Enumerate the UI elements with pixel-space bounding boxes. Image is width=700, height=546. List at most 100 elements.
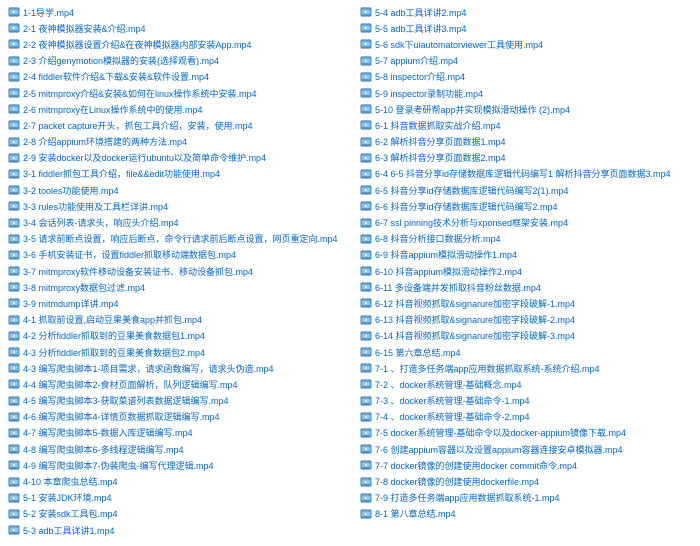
video-file-icon <box>360 362 372 374</box>
file-name-label: 4-9 编写爬虫脚本7-伪装爬虫-编写代理逻辑.mp4 <box>23 459 214 472</box>
video-file-icon <box>8 184 20 196</box>
file-item[interactable]: 6-13 抖音视频抓取&signarure加密字段破解-2.mp4 <box>360 312 692 328</box>
file-item[interactable]: 2-8 介绍appium环境搭建的两种方法.mp4 <box>8 134 340 150</box>
video-file-icon <box>360 492 372 504</box>
file-item[interactable]: 7-1 、打造多任务端app应用数据抓取系统-系统介绍.mp4 <box>360 360 692 376</box>
file-name-label: 5-3 adb工具详讲1.mp4 <box>23 524 115 537</box>
file-item[interactable]: 1-1导学.mp4 <box>8 4 340 20</box>
file-item[interactable]: 5-7 appium介绍.mp4 <box>360 53 692 69</box>
video-file-icon <box>8 71 20 83</box>
file-item[interactable]: 8-1 第八章总结.mp4 <box>360 506 692 522</box>
video-file-icon <box>8 152 20 164</box>
file-item[interactable]: 7-9 打造多任务端app应用数据抓取系统-1.mp4 <box>360 490 692 506</box>
file-item[interactable]: 5-3 adb工具详讲1.mp4 <box>8 522 340 538</box>
file-name-label: 6-9 抖音appium模拟滑动操作1.mp4 <box>375 248 517 261</box>
file-item[interactable]: 6-5 抖音分享id存储数据库逻辑代码编写2(1).mp4 <box>360 182 692 198</box>
video-file-icon <box>360 38 372 50</box>
file-item[interactable]: 4-4 编写爬虫脚本2-食材页面解析，队列逻辑编写.mp4 <box>8 376 340 392</box>
file-item[interactable]: 4-3 分析fiddler抓取到的豆果美食数据包2.mp4 <box>8 344 340 360</box>
file-name-label: 3-8 mitmproxy数据包过滤.mp4 <box>23 281 145 294</box>
file-item[interactable]: 5-8 inspector介绍.mp4 <box>360 69 692 85</box>
file-item[interactable]: 7-2 、docker系统管理-基础概念.mp4 <box>360 376 692 392</box>
file-item[interactable]: 5-9 inspector录制功能.mp4 <box>360 85 692 101</box>
file-name-label: 2-8 介绍appium环境搭建的两种方法.mp4 <box>23 135 187 148</box>
file-item[interactable]: 6-3 解析抖音分享页面数据2.mp4 <box>360 150 692 166</box>
file-item[interactable]: 6-12 抖音视频抓取&signarure加密字段破解-1.mp4 <box>360 295 692 311</box>
file-item[interactable]: 2-3 介绍genymotion模拟器的安装(选择观看).mp4 <box>8 53 340 69</box>
file-item[interactable]: 7-7 docker镜像的创建使用docker commit命令.mp4 <box>360 457 692 473</box>
video-file-icon <box>8 119 20 131</box>
file-name-label: 2-5 mitmproxy介绍&安装&如何在linux操作系统中安装.mp4 <box>23 87 257 100</box>
file-item[interactable]: 6-6 抖音分享id存储数据库逻辑代码编写2.mp4 <box>360 198 692 214</box>
file-item[interactable]: 3-1 fiddler抓包工具介绍，file&&edit功能使用.mp4 <box>8 166 340 182</box>
file-item[interactable]: 2-1 夜神模拟器安装&介绍.mp4 <box>8 20 340 36</box>
file-item[interactable]: 4-5 编写爬虫脚本3-获取菜谱列表数据逻辑编写.mp4 <box>8 393 340 409</box>
file-item[interactable]: 6-10 抖音appium模拟滑动操作2.mp4 <box>360 263 692 279</box>
file-name-label: 2-1 夜神模拟器安装&介绍.mp4 <box>23 22 146 35</box>
file-item[interactable]: 7-8 docker镜像的创建使用dockerfile.mp4 <box>360 473 692 489</box>
file-item[interactable]: 5-6 sdk下uiautomatorviewer工具使用.mp4 <box>360 36 692 52</box>
file-item[interactable]: 5-2 安装sdk工具包.mp4 <box>8 506 340 522</box>
file-name-label: 6-13 抖音视频抓取&signarure加密字段破解-2.mp4 <box>375 313 575 326</box>
file-item[interactable]: 4-10 本章爬虫总结.mp4 <box>8 473 340 489</box>
file-item[interactable]: 5-5 adb工具详讲3.mp4 <box>360 20 692 36</box>
file-item[interactable]: 5-4 adb工具详讲2.mp4 <box>360 4 692 20</box>
file-item[interactable]: 6-4 6-5 抖音分享id存储数据库逻辑代码编写1 解析抖音分享页面数据3.m… <box>360 166 692 182</box>
file-item[interactable]: 7-4 、docker系统管理-基础命令-2.mp4 <box>360 409 692 425</box>
file-item[interactable]: 2-2 夜神模拟器设置介绍&在夜神模拟器内部安装App.mp4 <box>8 36 340 52</box>
file-item[interactable]: 4-9 编写爬虫脚本7-伪装爬虫-编写代理逻辑.mp4 <box>8 457 340 473</box>
video-file-icon <box>360 55 372 67</box>
file-item[interactable]: 3-9 mitmdump详讲.mp4 <box>8 295 340 311</box>
file-item[interactable]: 4-1 抓取前设置,启动豆果美食app并抓包.mp4 <box>8 312 340 328</box>
file-item[interactable]: 3-3 rules功能使用及工具栏详讲.mp4 <box>8 198 340 214</box>
file-item[interactable]: 6-15 第六章总结.mp4 <box>360 344 692 360</box>
file-item[interactable]: 3-8 mitmproxy数据包过滤.mp4 <box>8 279 340 295</box>
file-name-label: 4-6 编写爬虫脚本4-详情页数据抓取逻辑编写.mp4 <box>23 410 220 423</box>
file-name-label: 5-2 安装sdk工具包.mp4 <box>23 507 118 520</box>
video-file-icon <box>8 233 20 245</box>
file-item[interactable]: 6-7 ssl pinning技术分析与xponsed框架安装.mp4 <box>360 214 692 230</box>
file-item[interactable]: 3-7 mitmproxy软件移动设备安装证书、移动设备抓包.mp4 <box>8 263 340 279</box>
video-file-icon <box>8 459 20 471</box>
file-item[interactable]: 6-9 抖音appium模拟滑动操作1.mp4 <box>360 247 692 263</box>
file-item[interactable]: 3-4 会话列表-请求头，响应头介绍.mp4 <box>8 214 340 230</box>
file-item[interactable]: 2-5 mitmproxy介绍&安装&如何在linux操作系统中安装.mp4 <box>8 85 340 101</box>
file-item[interactable]: 4-6 编写爬虫脚本4-详情页数据抓取逻辑编写.mp4 <box>8 409 340 425</box>
video-file-icon <box>360 87 372 99</box>
file-item[interactable]: 5-10 登录考研帮app并实现模拟滑动操作 (2).mp4 <box>360 101 692 117</box>
file-item[interactable]: 2-4 fiddler软件介绍&下载&安装&软件设置.mp4 <box>8 69 340 85</box>
file-item[interactable]: 6-14 抖音视频抓取&signarure加密字段破解-3.mp4 <box>360 328 692 344</box>
video-file-icon <box>8 249 20 261</box>
file-item[interactable]: 6-11 多设备端并发抓取抖音粉丝数据.mp4 <box>360 279 692 295</box>
video-file-icon <box>8 443 20 455</box>
file-item[interactable]: 5-1 安装JDK环境.mp4 <box>8 490 340 506</box>
file-item[interactable]: 6-1 抖音数据抓取实战介绍.mp4 <box>360 117 692 133</box>
file-item[interactable]: 3-6 手机安装证书，设置fiddler抓取移动端数据包.mp4 <box>8 247 340 263</box>
file-name-label: 6-4 6-5 抖音分享id存储数据库逻辑代码编写1 解析抖音分享页面数据3.m… <box>375 167 671 180</box>
file-item[interactable]: 3-2 tooles功能使用.mp4 <box>8 182 340 198</box>
file-item[interactable]: 4-7 编写爬虫脚本5-数据入库逻辑编写.mp4 <box>8 425 340 441</box>
file-item[interactable]: 2-6 mitmproxy在Linux操作系统中的使用.mp4 <box>8 101 340 117</box>
file-item[interactable]: 4-3 编写爬虫脚本1-项目需求，请求函数编写，请求头伪造.mp4 <box>8 360 340 376</box>
file-item[interactable]: 6-8 抖音分析接口数据分析.mp4 <box>360 231 692 247</box>
file-item[interactable]: 4-8 编写爬虫脚本6-多线程逻辑编写.mp4 <box>8 441 340 457</box>
file-column-left: 1-1导学.mp4 2-1 夜神模拟器安装&介绍.mp42-2 夜神模拟器设置介绍… <box>8 4 340 538</box>
file-item[interactable]: 7-6 创建appium容器以及设置appium容器连接安卓模拟器.mp4 <box>360 441 692 457</box>
file-name-label: 4-8 编写爬虫脚本6-多线程逻辑编写.mp4 <box>23 443 184 456</box>
file-item[interactable]: 6-2 解析抖音分享页面数据1.mp4 <box>360 134 692 150</box>
file-name-label: 7-5 docker系统管理-基础命令以及docker-appium镜像下载.m… <box>375 426 626 439</box>
file-item[interactable]: 2-9 安装docker以及docker运行ubuntu以及简单命令维护.mp4 <box>8 150 340 166</box>
video-file-icon <box>8 6 20 18</box>
file-item[interactable]: 2-7 packet capture开头，抓包工具介绍，安装，使用.mp4 <box>8 117 340 133</box>
file-item[interactable]: 7-3 、docker系统管理-基础命令-1.mp4 <box>360 393 692 409</box>
video-file-icon <box>360 508 372 520</box>
file-item[interactable]: 3-5 请求前断点设置，响应后断点，命令行请求前后断点设置，网页重定向.mp4 <box>8 231 340 247</box>
file-name-label: 5-6 sdk下uiautomatorviewer工具使用.mp4 <box>375 38 543 51</box>
file-item[interactable]: 7-5 docker系统管理-基础命令以及docker-appium镜像下载.m… <box>360 425 692 441</box>
file-name-label: 4-2 分析fiddler抓取到的豆果美食数据包1.mp4 <box>23 329 205 342</box>
file-item[interactable]: 4-2 分析fiddler抓取到的豆果美食数据包1.mp4 <box>8 328 340 344</box>
file-name-label: 6-6 抖音分享id存储数据库逻辑代码编写2.mp4 <box>375 200 558 213</box>
file-name-label: 4-7 编写爬虫脚本5-数据入库逻辑编写.mp4 <box>23 426 193 439</box>
file-name-label: 4-1 抓取前设置,启动豆果美食app并抓包.mp4 <box>23 313 202 326</box>
video-file-icon <box>8 38 20 50</box>
